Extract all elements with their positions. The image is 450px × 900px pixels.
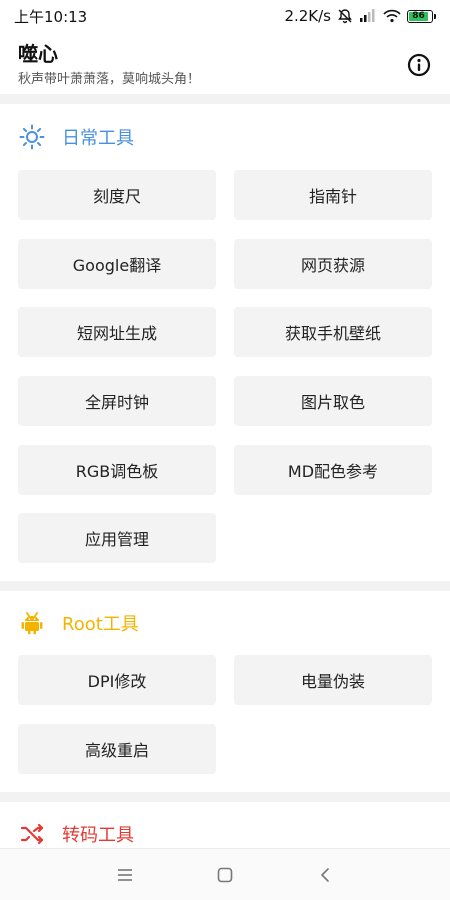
system-nav-bar xyxy=(0,848,450,900)
app-subtitle: 秋声带叶萧萧落，莫响城头角！ xyxy=(18,72,201,87)
app-title: 噬心 xyxy=(18,42,58,66)
nav-menu-button[interactable] xyxy=(113,863,137,887)
tool-rgb-palette-button[interactable]: RGB调色板 xyxy=(18,444,216,495)
nav-back-button[interactable] xyxy=(313,863,337,887)
tool-fullscreen-clock-button[interactable]: 全屏时钟 xyxy=(18,376,216,427)
tool-color-picker-button[interactable]: 图片取色 xyxy=(234,376,432,427)
section-divider xyxy=(0,792,450,803)
section-title-root: Root工具 xyxy=(62,614,139,636)
battery-icon: 86 xyxy=(407,9,436,23)
daily-tools-grid: 刻度尺 指南针 Google翻译 网页获源 短网址生成 获取手机壁纸 全屏时钟 … xyxy=(18,170,432,581)
header-text: 噬心 秋声带叶萧萧落，莫响城头角！ xyxy=(18,42,200,87)
section-daily-tools: 日常工具 刻度尺 指南针 Google翻译 网页获源 短网址生成 获取手机壁纸 … xyxy=(0,104,450,581)
nav-home-button[interactable] xyxy=(213,863,237,887)
tool-md-colors-button[interactable]: MD配色参考 xyxy=(234,444,432,495)
battery-level: 86 xyxy=(409,11,428,21)
sun-icon xyxy=(18,123,46,151)
section-header-root: Root工具 xyxy=(18,591,432,655)
app-header: 噬心 秋声带叶萧萧落，莫响城头角！ xyxy=(0,32,450,94)
network-speed: 2.2K/s xyxy=(284,7,331,25)
tool-google-translate-button[interactable]: Google翻译 xyxy=(18,238,216,289)
section-root-tools: Root工具 DPI修改 电量伪装 高级重启 xyxy=(0,591,450,792)
tool-short-url-button[interactable]: 短网址生成 xyxy=(18,307,216,358)
status-bar: 上午10:13 2.2K/s 86 xyxy=(0,0,450,32)
signal-icon xyxy=(359,9,377,23)
tool-app-manager-button[interactable]: 应用管理 xyxy=(18,513,216,564)
tool-advanced-reboot-button[interactable]: 高级重启 xyxy=(18,724,216,775)
section-title-transcode: 转码工具 xyxy=(62,825,134,847)
info-button[interactable] xyxy=(406,52,432,78)
info-icon xyxy=(407,53,431,77)
section-header-daily: 日常工具 xyxy=(18,104,432,170)
section-divider xyxy=(0,94,450,104)
tool-compass-button[interactable]: 指南针 xyxy=(234,170,432,220)
section-divider xyxy=(0,581,450,592)
section-title-daily: 日常工具 xyxy=(62,128,134,149)
back-icon xyxy=(321,867,329,882)
tool-battery-spoof-button[interactable]: 电量伪装 xyxy=(234,655,432,706)
android-icon xyxy=(18,609,46,637)
tool-get-wallpaper-button[interactable]: 获取手机壁纸 xyxy=(234,307,432,358)
home-icon xyxy=(217,867,233,882)
root-tools-grid: DPI修改 电量伪装 高级重启 xyxy=(18,655,432,792)
tool-ruler-button[interactable]: 刻度尺 xyxy=(18,170,216,220)
mute-icon xyxy=(337,8,353,24)
wifi-icon xyxy=(383,9,401,23)
status-icons: 2.2K/s 86 xyxy=(284,7,436,25)
tool-dpi-modify-button[interactable]: DPI修改 xyxy=(18,655,216,706)
tool-webpage-source-button[interactable]: 网页获源 xyxy=(234,238,432,289)
shuffle-icon xyxy=(18,820,46,848)
status-time: 上午10:13 xyxy=(14,7,88,26)
menu-icon xyxy=(118,868,132,881)
